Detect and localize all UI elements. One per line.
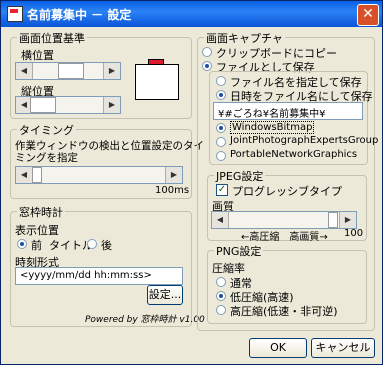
capture-group-title: 画面キャプチャ xyxy=(204,30,285,46)
radio-format-png[interactable] xyxy=(216,151,226,161)
radio-format-png-label[interactable]: PortableNetworkGraphics xyxy=(230,149,357,160)
horizontal-label: 横位置 xyxy=(21,49,54,62)
jpeg-quality-slider[interactable]: ◀ ▶ xyxy=(211,211,357,229)
save-path-input[interactable]: ¥#ごろね¥名前募集中¥ xyxy=(213,102,363,120)
radio-png-high[interactable] xyxy=(216,305,226,315)
progressive-label[interactable]: プログレッシブタイプ xyxy=(232,183,342,199)
slider-right-arrow[interactable]: ▶ xyxy=(339,212,356,228)
radio-front-label[interactable]: 前 xyxy=(31,237,42,253)
slider-thumb[interactable] xyxy=(30,97,56,113)
cancel-button[interactable]: キャンセル xyxy=(311,338,375,358)
timing-value: 100ms xyxy=(155,185,190,196)
vertical-position-slider[interactable]: ◀ ▶ xyxy=(15,96,121,114)
slider-left-arrow[interactable]: ◀ xyxy=(16,167,33,183)
slider-thumb[interactable] xyxy=(328,212,338,228)
slider-thumb[interactable] xyxy=(32,167,42,183)
compression-scale-label: ←高圧縮 高画質→ xyxy=(241,232,328,243)
clock-group-title: 窓枠時計 xyxy=(17,204,65,220)
time-format-input[interactable]: <yyyy/mm/dd hh:mm:ss> xyxy=(15,267,183,285)
radio-front[interactable] xyxy=(17,239,27,249)
position-group-title: 画面位置基準 xyxy=(17,30,87,46)
radio-back-label[interactable]: 後 xyxy=(101,237,112,253)
preview-marker xyxy=(148,59,164,65)
title-bar[interactable]: 名前募集中 － 設定 ✕ xyxy=(1,1,382,27)
timing-description-2: ミングを指定 xyxy=(15,152,78,164)
slider-thumb[interactable] xyxy=(58,63,84,79)
slider-right-arrow[interactable]: ▶ xyxy=(103,97,120,113)
radio-png-normal[interactable] xyxy=(216,277,226,287)
radio-format-jpeg[interactable] xyxy=(216,137,226,147)
radio-format-bmp[interactable] xyxy=(216,123,226,133)
slider-left-arrow[interactable]: ◀ xyxy=(16,63,33,79)
slider-right-arrow[interactable]: ▶ xyxy=(165,167,182,183)
powered-by-text: Powered by 窓枠時計 v1.00 xyxy=(85,315,205,325)
ok-button[interactable]: OK xyxy=(249,338,307,358)
slider-right-arrow[interactable]: ▶ xyxy=(103,63,120,79)
horizontal-position-slider[interactable]: ◀ ▶ xyxy=(15,62,121,80)
progressive-checkbox[interactable]: ✓ xyxy=(216,184,228,196)
radio-datetime-name[interactable] xyxy=(216,90,226,100)
jpeg-group-title: JPEG設定 xyxy=(214,168,266,184)
png-ratio-label: 圧縮率 xyxy=(212,262,245,275)
window-position-preview xyxy=(135,59,179,100)
radio-clipboard[interactable] xyxy=(202,47,212,57)
png-group-title: PNG設定 xyxy=(214,243,264,259)
slider-left-arrow[interactable]: ◀ xyxy=(212,212,229,228)
radio-format-jpeg-label[interactable]: JointPhotographExpertsGroup xyxy=(230,135,378,146)
close-button[interactable]: ✕ xyxy=(357,4,379,26)
radio-png-high-label[interactable]: 高圧縮(低速・非可逆) xyxy=(230,303,338,319)
jpeg-quality-value: 100 xyxy=(344,228,364,239)
settings-window: 名前募集中 － 設定 ✕ 画面位置基準 横位置 ◀ ▶ 縦位置 ◀ ▶ タイミン… xyxy=(0,0,383,365)
window-title: 名前募集中 － 設定 xyxy=(27,8,132,22)
timing-slider[interactable]: ◀ ▶ xyxy=(15,166,183,184)
radio-specify-name[interactable] xyxy=(216,76,226,86)
timing-group-title: タイミング xyxy=(17,122,76,138)
radio-format-bmp-label[interactable]: WindowsBitmap xyxy=(230,121,315,134)
display-position-label: 表示位置 xyxy=(15,224,59,237)
radio-png-low[interactable] xyxy=(216,291,226,301)
radio-save-file[interactable] xyxy=(202,61,212,71)
radio-back[interactable] xyxy=(87,239,97,249)
app-icon xyxy=(7,6,23,22)
clock-settings-button[interactable]: 設定... xyxy=(147,285,183,305)
